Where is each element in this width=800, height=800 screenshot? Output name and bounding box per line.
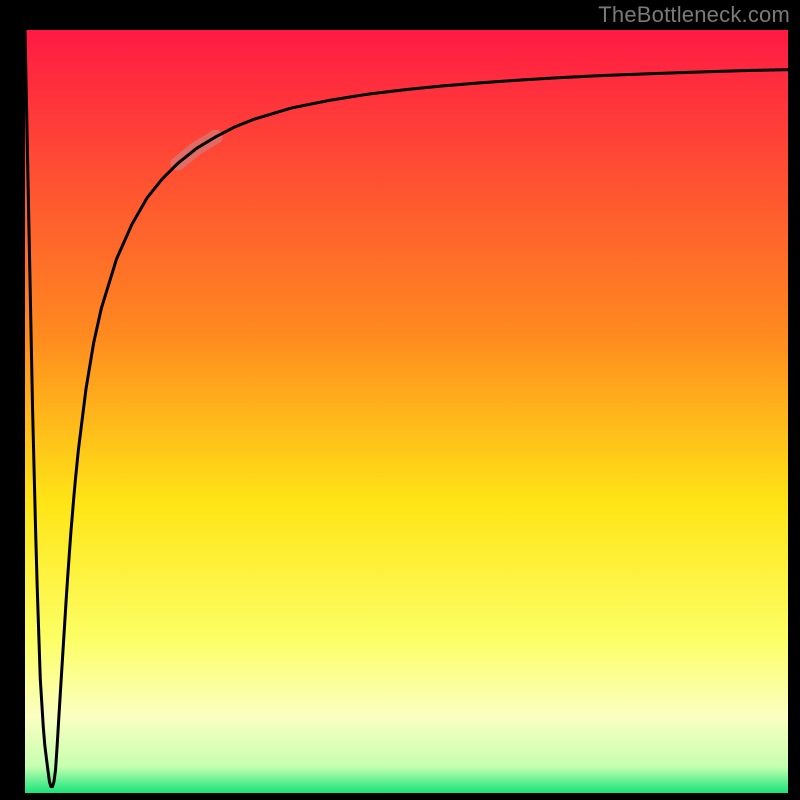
chart-container: TheBottleneck.com bbox=[0, 0, 800, 800]
bottleneck-curve-plot bbox=[0, 0, 800, 800]
attribution-label: TheBottleneck.com bbox=[598, 2, 790, 28]
plot-gradient-background bbox=[25, 30, 788, 793]
